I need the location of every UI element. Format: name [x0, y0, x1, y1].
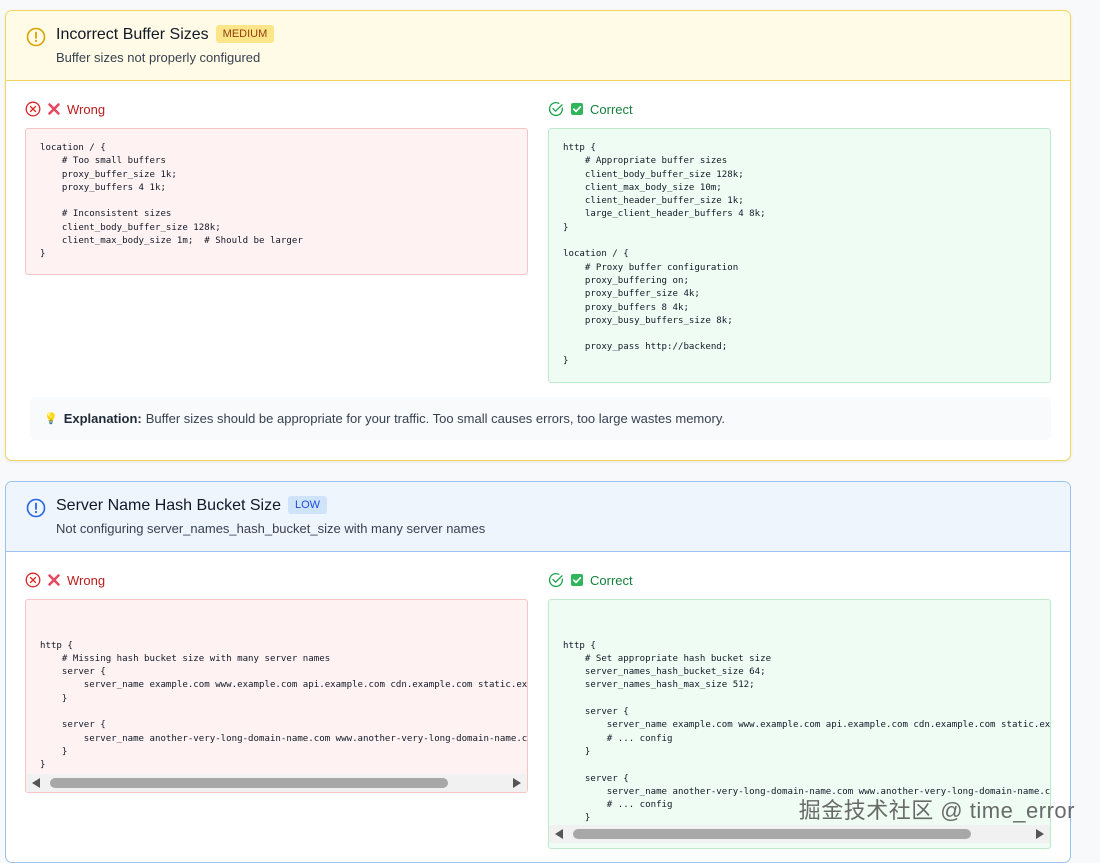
correct-label: Correct — [590, 572, 633, 588]
wrong-code-block[interactable]: http { # Missing hash bucket size with m… — [25, 599, 528, 793]
wrong-label: Wrong — [67, 572, 106, 588]
cross-mark-icon — [48, 574, 60, 586]
horizontal-scrollbar[interactable] — [26, 774, 527, 792]
watermark: 掘金技术社区 @ time_error — [798, 798, 1075, 823]
card-subtitle: Buffer sizes not properly configured — [56, 50, 261, 65]
wrong-column: Wrong http { # Missing hash bucket size … — [25, 570, 528, 793]
checkbox-checked-icon — [571, 103, 583, 115]
check-circle-icon — [548, 573, 563, 588]
x-circle-icon — [25, 572, 41, 588]
scroll-right-icon[interactable] — [513, 778, 521, 788]
card-title: Server Name Hash Bucket Size LOW — [56, 496, 328, 515]
scroll-left-icon[interactable] — [32, 778, 40, 788]
correct-column: Correct http { # Appropriate buffer size… — [548, 99, 1051, 383]
info-circle-icon — [26, 498, 46, 518]
explanation-label: Explanation: — [63, 411, 142, 426]
card-header: Incorrect Buffer Sizes MEDIUM Buffer size… — [6, 11, 1070, 81]
card-title: Incorrect Buffer Sizes MEDIUM — [56, 25, 275, 44]
scroll-thumb[interactable] — [573, 829, 971, 839]
x-circle-icon — [25, 101, 41, 117]
cross-mark-icon — [48, 103, 60, 115]
wrong-column: Wrong location / { # Too small buffers p… — [25, 99, 528, 275]
checkbox-checked-icon — [571, 574, 583, 586]
wrong-code-block[interactable]: location / { # Too small buffers proxy_b… — [25, 128, 528, 275]
wrong-label: Wrong — [67, 101, 106, 117]
severity-badge: LOW — [287, 496, 328, 514]
wrong-heading: Wrong — [25, 99, 528, 119]
card-header: Server Name Hash Bucket Size LOW Not conf… — [6, 482, 1070, 552]
explanation-box: 💡 Explanation: Buffer sizes should be ap… — [30, 397, 1051, 440]
explanation-text: Buffer sizes should be appropriate for y… — [145, 411, 725, 426]
correct-code-block[interactable]: http { # Appropriate buffer sizes client… — [548, 128, 1051, 383]
correct-heading: Correct — [548, 99, 1051, 119]
correct-label: Correct — [590, 101, 633, 117]
wrong-heading: Wrong — [25, 570, 528, 590]
check-circle-icon — [548, 102, 563, 117]
scroll-left-icon[interactable] — [555, 829, 563, 839]
card-subtitle: Not configuring server_names_hash_bucket… — [56, 521, 486, 536]
correct-heading: Correct — [548, 570, 1051, 590]
scroll-thumb[interactable] — [50, 778, 448, 788]
warning-circle-icon — [26, 27, 46, 47]
horizontal-scrollbar[interactable] — [549, 825, 1050, 843]
lightbulb-icon: 💡 — [44, 413, 58, 425]
issue-card-buffer-sizes: Incorrect Buffer Sizes MEDIUM Buffer size… — [5, 10, 1071, 461]
scroll-right-icon[interactable] — [1036, 829, 1044, 839]
severity-badge: MEDIUM — [215, 25, 275, 43]
code-text: http { # Missing hash bucket size with m… — [40, 640, 528, 784]
